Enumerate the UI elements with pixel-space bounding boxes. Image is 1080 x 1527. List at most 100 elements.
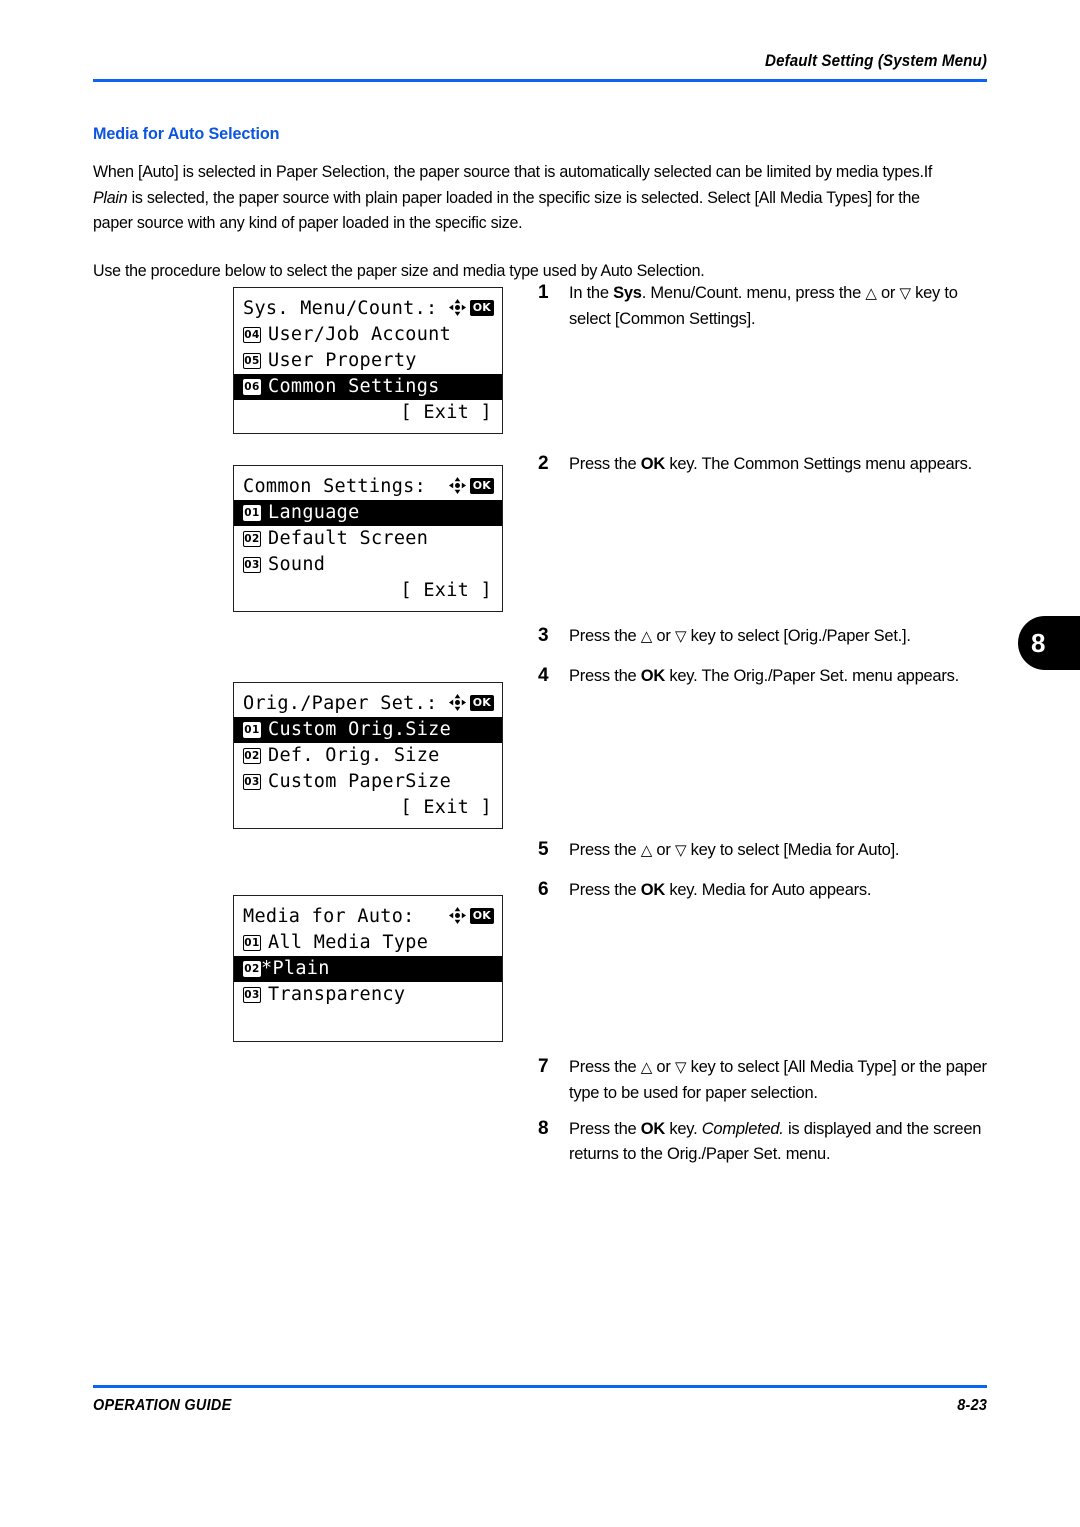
step-text-part: key. The Orig./Paper Set. menu appears. <box>665 667 959 685</box>
step-text-part: Press the <box>569 627 641 645</box>
step-text-part: In the <box>569 284 614 302</box>
step-number: 5 <box>538 839 549 860</box>
item-badge: 04 <box>243 327 261 343</box>
step-item-2: 2 Press the OK key. The Common Settings … <box>538 452 990 477</box>
ok-icon: OK <box>469 694 494 711</box>
lcd-list-item[interactable]: 01 All Media Type <box>234 930 502 956</box>
lcd-title-text: Orig./Paper Set.: <box>243 692 438 714</box>
ok-icon: OK <box>469 907 494 924</box>
lcd-list-item[interactable]: 04 User/Job Account <box>234 322 502 348</box>
triangle-down-icon: ▽ <box>899 285 912 302</box>
lcd-panel-common-settings: Common Settings: OK 01 Language 02 Default… <box>233 465 503 612</box>
step-text-part: . Menu/Count. menu, press the <box>641 284 866 302</box>
intro-text: When [Auto] is selected in Paper Selecti… <box>93 160 989 284</box>
lcd-title-icons: OK <box>448 693 494 712</box>
step-text-bold: OK <box>640 455 666 473</box>
lcd-title-row: Sys. Menu/Count.: OK <box>234 295 502 322</box>
item-badge: 03 <box>243 774 261 790</box>
step-text-part: Press the <box>569 455 641 473</box>
triangle-up-icon: △ <box>640 842 653 859</box>
item-badge: 01 <box>243 722 261 738</box>
step-text-italic: Completed. <box>701 1120 784 1138</box>
triangle-up-icon: △ <box>640 1059 653 1076</box>
lcd-title-icons: OK <box>448 476 494 495</box>
step-number: 2 <box>538 453 549 474</box>
step-text-part: key to select [Orig./Paper Set.]. <box>686 627 911 645</box>
lcd-panel-media-for-auto: Media for Auto: OK 01 All Media Type 02*P… <box>233 895 503 1042</box>
dpad-icon <box>448 476 466 495</box>
item-label: Custom PaperSize <box>268 771 452 792</box>
intro-p1-part1: When [Auto] is selected in Paper Selecti… <box>93 163 933 181</box>
chapter-tab: 8 <box>1018 616 1080 670</box>
triangle-down-icon: ▽ <box>674 1059 687 1076</box>
intro-p1-part2: is selected, the paper source with plain… <box>93 188 920 233</box>
lcd-list-item-selected[interactable]: 02*Plain <box>234 956 502 982</box>
step-number: 6 <box>538 879 549 900</box>
header-rule <box>93 78 987 82</box>
step-number: 1 <box>538 282 549 303</box>
step-item-5: 5 Press the △ or ▽ key to select [Media … <box>538 838 990 864</box>
lcd-list-item[interactable]: 02 Default Screen <box>234 526 502 552</box>
step-text: Press the △ or ▽ key to select [Orig./Pa… <box>569 624 990 650</box>
lcd-list-item[interactable]: 03 Transparency <box>234 982 502 1008</box>
step-text-bold: OK <box>640 1120 666 1138</box>
running-header: Default Setting (System Menu) <box>93 52 987 82</box>
step-text-part: Press the <box>569 667 641 685</box>
step-text: Press the OK key. Media for Auto appears… <box>569 878 990 903</box>
item-label: *Plain <box>261 958 330 979</box>
lcd-list-item[interactable]: 03 Sound <box>234 552 502 578</box>
step-text-part: key to select [Media for Auto]. <box>686 841 900 859</box>
item-label: Default Screen <box>268 528 429 549</box>
footer-rule <box>93 1385 987 1388</box>
lcd-title-text: Common Settings: <box>243 475 427 497</box>
step-text-part: or <box>652 841 675 859</box>
intro-p1-italic: Plain <box>93 188 128 207</box>
item-label: All Media Type <box>268 932 429 953</box>
lcd-title-icons: OK <box>448 298 494 317</box>
lcd-title-text: Sys. Menu/Count.: <box>243 297 438 319</box>
step-text-part: Press the <box>569 1058 641 1076</box>
lcd-exit-button[interactable]: [ Exit ] <box>234 578 502 604</box>
item-label: Sound <box>268 554 326 575</box>
item-badge: 02 <box>243 961 261 977</box>
lcd-list-item-selected[interactable]: 01 Language <box>234 500 502 526</box>
item-label: Transparency <box>268 984 406 1005</box>
lcd-title-text: Media for Auto: <box>243 905 415 927</box>
step-text-part: or <box>652 1058 675 1076</box>
step-number: 3 <box>538 625 549 646</box>
lcd-list-item[interactable]: 03 Custom PaperSize <box>234 769 502 795</box>
triangle-up-icon: △ <box>865 285 877 302</box>
dpad-icon <box>448 693 466 712</box>
lcd-list-item[interactable]: 05 User Property <box>234 348 502 374</box>
step-number: 4 <box>538 665 549 686</box>
item-badge: 05 <box>243 353 261 369</box>
chapter-tab-number: 8 <box>1031 627 1046 658</box>
lcd-title-row: Common Settings: OK <box>234 473 502 500</box>
item-badge: 01 <box>243 935 261 951</box>
step-item-4: 4 Press the OK key. The Orig./Paper Set.… <box>538 664 990 689</box>
lcd-list-item-selected[interactable]: 01 Custom Orig.Size <box>234 717 502 743</box>
step-text-part: Press the <box>569 1120 641 1138</box>
step-item-6: 6 Press the OK key. Media for Auto appea… <box>538 878 990 903</box>
lcd-list-item-selected[interactable]: 06 Common Settings <box>234 374 502 400</box>
dpad-icon <box>448 906 466 925</box>
section-heading: Media for Auto Selection <box>93 124 280 143</box>
lcd-title-row: Media for Auto: OK <box>234 903 502 930</box>
lcd-list-item[interactable]: 02 Def. Orig. Size <box>234 743 502 769</box>
page-footer: OPERATION GUIDE 8-23 <box>93 1385 987 1415</box>
triangle-down-icon: ▽ <box>674 842 687 859</box>
step-item-1: 1 In the Sys. Menu/Count. menu, press th… <box>538 281 990 331</box>
item-badge: 02 <box>243 531 261 547</box>
lcd-title-icons: OK <box>448 906 494 925</box>
lcd-panel-sys-menu-count: Sys. Menu/Count.: OK 04 User/Job Account … <box>233 287 503 434</box>
step-text: Press the △ or ▽ key to select [Media fo… <box>569 838 990 864</box>
step-text: Press the OK key. Completed. is displaye… <box>569 1117 990 1166</box>
step-text-part: key. The Common Settings menu appears. <box>665 455 973 473</box>
item-label: Def. Orig. Size <box>268 745 440 766</box>
lcd-exit-button[interactable]: [ Exit ] <box>234 400 502 426</box>
lcd-exit-button[interactable]: [ Exit ] <box>234 795 502 821</box>
dpad-icon <box>448 298 466 317</box>
step-text: Press the OK key. The Orig./Paper Set. m… <box>569 664 990 689</box>
step-number: 8 <box>538 1118 549 1139</box>
lcd-title-row: Orig./Paper Set.: OK <box>234 690 502 717</box>
